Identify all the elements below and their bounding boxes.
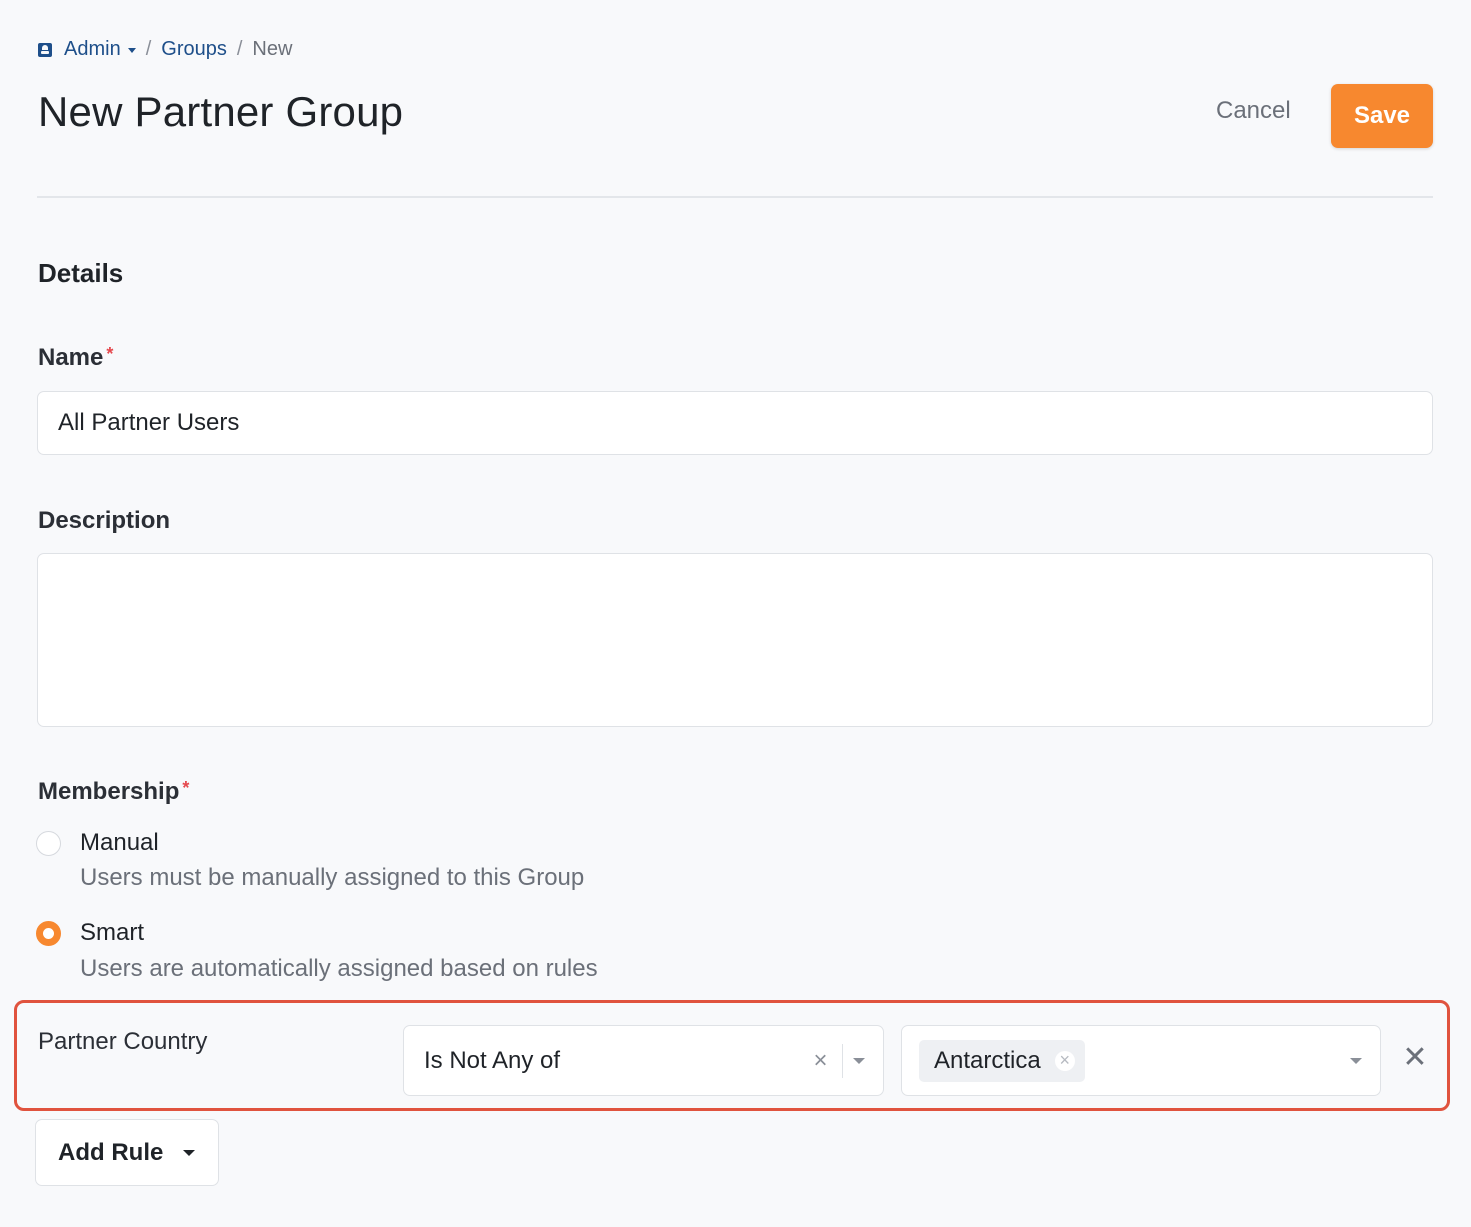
breadcrumb-current: New	[252, 38, 293, 60]
breadcrumb-separator: /	[145, 38, 152, 60]
description-textarea[interactable]	[37, 553, 1433, 727]
section-title-details: Details	[38, 258, 124, 288]
value-tag: Antarctica ×	[919, 1039, 1085, 1082]
membership-label-text: Membership	[38, 778, 180, 805]
radio-button-checked[interactable]	[36, 920, 61, 946]
required-mark: *	[106, 344, 114, 364]
rule-field-label: Partner Country	[38, 1028, 208, 1055]
breadcrumb: Admin / Groups / New	[38, 38, 292, 61]
remove-rule-icon[interactable]: ✕	[1400, 1040, 1430, 1075]
description-label: Description	[38, 507, 171, 534]
cancel-button[interactable]: Cancel	[1216, 97, 1291, 125]
tag-remove-icon[interactable]: ×	[1054, 1050, 1075, 1071]
page: Admin / Groups / New New Partner Group C…	[0, 0, 1471, 1227]
value-tag-label: Antarctica	[934, 1046, 1041, 1074]
chevron-down-icon[interactable]	[853, 1057, 865, 1064]
radio-button-unchecked[interactable]	[36, 830, 61, 856]
required-mark: *	[182, 778, 190, 798]
name-label-text: Name	[38, 344, 104, 371]
radio-manual-label: Manual	[80, 829, 159, 856]
radio-smart-help: Users are automatically assigned based o…	[80, 955, 598, 982]
radio-manual-help: Users must be manually assigned to this …	[80, 864, 585, 891]
breadcrumb-groups[interactable]: Groups	[161, 38, 227, 61]
radio-smart-label: Smart	[80, 919, 145, 946]
save-button[interactable]: Save	[1331, 84, 1433, 148]
membership-label: Membership *	[38, 778, 189, 806]
breadcrumb-admin-label: Admin	[64, 38, 121, 60]
chevron-down-icon[interactable]	[1350, 1057, 1362, 1064]
caret-down-icon	[183, 1149, 196, 1156]
caret-down-icon	[127, 48, 136, 53]
name-label: Name *	[38, 344, 113, 372]
select-separator	[841, 1043, 843, 1078]
breadcrumb-admin[interactable]: Admin	[38, 38, 136, 61]
clear-icon[interactable]: ×	[806, 1047, 836, 1075]
rule-operator-select[interactable]: Is Not Any of ×	[403, 1025, 884, 1096]
breadcrumb-separator: /	[236, 38, 243, 60]
add-rule-label: Add Rule	[58, 1138, 164, 1166]
admin-badge-icon	[38, 42, 52, 57]
name-input[interactable]	[37, 391, 1433, 455]
header-divider	[37, 196, 1433, 198]
page-title: New Partner Group	[38, 88, 404, 135]
radio-manual[interactable]: Manual	[36, 829, 159, 857]
rule-value-select[interactable]: Antarctica ×	[901, 1025, 1381, 1096]
rule-operator-value: Is Not Any of	[424, 1046, 561, 1074]
radio-smart[interactable]: Smart	[36, 919, 144, 947]
add-rule-button[interactable]: Add Rule	[35, 1119, 219, 1186]
